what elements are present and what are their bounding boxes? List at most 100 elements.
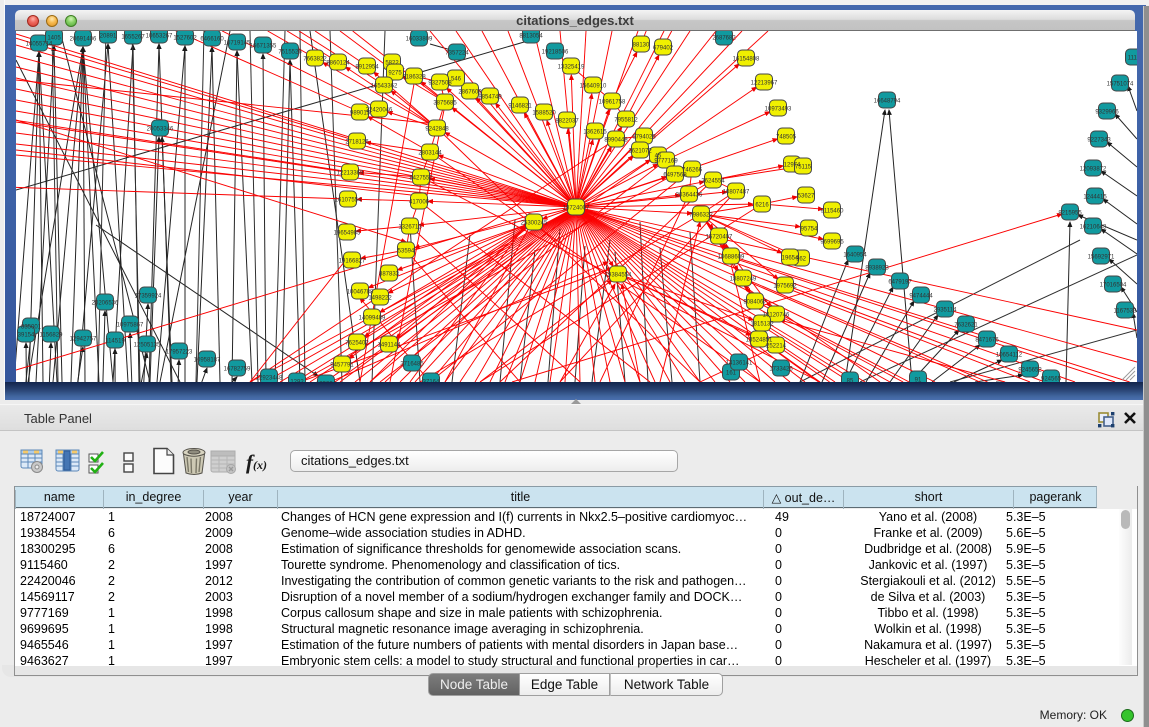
svg-text:1527602: 1527602	[173, 35, 197, 41]
svg-text:2718126: 2718126	[345, 139, 369, 145]
svg-text:9245652: 9245652	[1018, 367, 1042, 373]
svg-text:10973493: 10973493	[765, 106, 792, 112]
svg-text:2935114: 2935114	[934, 307, 958, 313]
svg-text:924565: 924565	[1041, 376, 1062, 382]
svg-text:3624554: 3624554	[701, 178, 725, 184]
svg-text:15751074: 15751074	[1107, 81, 1134, 87]
svg-text:114519: 114519	[105, 338, 125, 344]
svg-text:14136141: 14136141	[726, 360, 753, 366]
svg-text:546: 546	[451, 76, 462, 82]
svg-text:85: 85	[847, 378, 854, 382]
svg-text:2803144: 2803144	[418, 150, 442, 156]
svg-text:16210643: 16210643	[1080, 224, 1107, 230]
svg-text:1112: 1112	[1128, 55, 1137, 61]
svg-text:3716485: 3716485	[400, 361, 424, 367]
svg-text:8860124: 8860124	[326, 60, 350, 66]
svg-text:7986322: 7986322	[689, 212, 713, 218]
svg-text:1975692: 1975692	[773, 283, 797, 289]
svg-text:10807487: 10807487	[723, 189, 750, 195]
svg-text:9115460: 9115460	[821, 208, 845, 214]
svg-text:95754: 95754	[801, 226, 818, 232]
svg-text:7663822: 7663822	[303, 56, 327, 62]
svg-text:161: 161	[726, 370, 737, 376]
svg-text:9777169: 9777169	[654, 158, 678, 164]
svg-text:10688609: 10688609	[718, 254, 745, 260]
svg-text:25300245: 25300245	[521, 220, 548, 226]
svg-text:37164: 37164	[423, 379, 440, 382]
svg-text:10958187: 10958187	[194, 357, 221, 363]
svg-text:12213369: 12213369	[337, 170, 364, 176]
svg-text:1588520: 1588520	[532, 110, 556, 116]
svg-text:6479197: 6479197	[888, 279, 912, 285]
svg-text:1244415: 1244415	[1083, 194, 1107, 200]
svg-text:10961758: 10961758	[599, 99, 626, 105]
svg-text:3875685: 3875685	[433, 100, 457, 106]
svg-text:1640954: 1640954	[843, 252, 867, 258]
svg-text:9457791: 9457791	[330, 362, 354, 368]
svg-text:20364436: 20364436	[676, 192, 703, 198]
svg-text:12923448: 12923448	[256, 375, 283, 381]
svg-text:53627: 53627	[798, 193, 815, 199]
svg-text:20691406: 20691406	[70, 36, 97, 42]
svg-text:6466160: 6466160	[200, 36, 224, 42]
svg-text:417006: 417006	[409, 199, 430, 205]
svg-text:15640910: 15640910	[580, 83, 607, 89]
svg-text:19654: 19654	[782, 255, 799, 261]
svg-text:19654985: 19654985	[334, 230, 361, 236]
svg-text:9084067: 9084067	[743, 299, 767, 305]
svg-text:1167533: 1167533	[1114, 308, 1137, 314]
svg-text:9699695: 9699695	[820, 239, 844, 245]
svg-text:1405: 1405	[47, 35, 61, 41]
svg-text:6497568: 6497568	[663, 172, 687, 178]
svg-text:989015: 989015	[350, 110, 371, 116]
svg-text:16671355: 16671355	[250, 43, 277, 49]
svg-text:17359924: 17359924	[135, 293, 162, 299]
svg-text:2867608: 2867608	[458, 89, 482, 95]
svg-text:19166827: 19166827	[339, 258, 366, 264]
svg-text:7515526: 7515526	[278, 49, 302, 55]
svg-text:12942757: 12942757	[70, 336, 97, 342]
svg-text:7625402: 7625402	[345, 340, 369, 346]
svg-text:1156829: 1156829	[40, 332, 64, 338]
svg-text:16107554: 16107554	[335, 197, 362, 203]
svg-text:75115: 75115	[795, 164, 812, 170]
svg-text:12093872: 12093872	[1080, 166, 1107, 172]
svg-text:1621072: 1621072	[628, 148, 652, 154]
svg-text:9329966: 9329966	[1095, 109, 1119, 115]
svg-text:12213967: 12213967	[751, 80, 778, 86]
svg-text:1362615: 1362615	[583, 129, 607, 135]
svg-text:16154808: 16154808	[733, 56, 760, 62]
svg-text:8427552: 8427552	[409, 175, 433, 181]
svg-text:835001: 835001	[21, 324, 42, 330]
svg-text:20053346: 20053346	[147, 126, 174, 132]
svg-text:88130: 88130	[633, 42, 650, 48]
svg-text:10719145: 10719145	[224, 40, 251, 46]
svg-text:14055714: 14055714	[26, 41, 53, 47]
svg-text:7357224: 7357224	[445, 50, 469, 56]
svg-text:20206536: 20206536	[92, 300, 119, 306]
svg-text:9474444: 9474444	[909, 293, 933, 299]
svg-text:8215955: 8215955	[1058, 210, 1082, 216]
svg-text:7632621: 7632621	[954, 322, 978, 328]
svg-text:19384554: 19384554	[605, 272, 632, 278]
svg-text:17016504: 17016504	[1100, 282, 1127, 288]
svg-text:1491144: 1491144	[378, 342, 402, 348]
svg-text:1498222: 1498222	[368, 295, 392, 301]
svg-text:16782759: 16782759	[224, 366, 251, 372]
svg-text:8186328: 8186328	[402, 74, 426, 80]
svg-text:17957223: 17957223	[166, 349, 193, 355]
svg-text:13325419: 13325419	[558, 64, 585, 70]
svg-text:8938923: 8938923	[865, 265, 889, 271]
svg-text:16648794: 16648794	[874, 98, 901, 104]
svg-text:10654112: 10654112	[996, 352, 1023, 358]
svg-text:129234: 129234	[316, 381, 337, 382]
svg-text:8813054: 8813054	[519, 33, 543, 39]
svg-text:8471676: 8471676	[975, 337, 999, 343]
svg-text:20891: 20891	[100, 33, 117, 39]
svg-text:9227343: 9227343	[1087, 137, 1111, 143]
svg-text:1733426: 1733426	[769, 366, 793, 372]
svg-text:1326713: 1326713	[398, 224, 422, 230]
svg-text:18724007: 18724007	[563, 205, 590, 211]
svg-text:1655267: 1655267	[121, 34, 145, 40]
svg-text:16543362: 16543362	[371, 83, 398, 89]
